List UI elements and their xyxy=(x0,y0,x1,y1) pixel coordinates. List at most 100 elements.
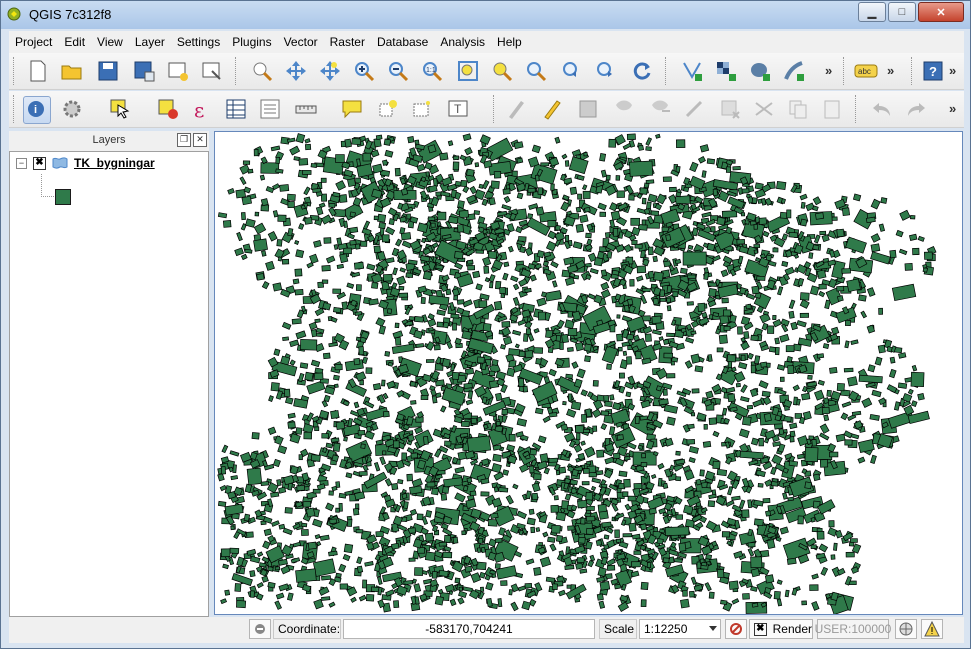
building-feature[interactable] xyxy=(314,318,321,324)
building-feature[interactable] xyxy=(567,525,575,531)
building-feature[interactable] xyxy=(612,228,619,237)
building-feature[interactable] xyxy=(343,543,354,554)
building-feature[interactable] xyxy=(383,138,392,146)
building-feature[interactable] xyxy=(728,580,739,590)
building-feature[interactable] xyxy=(358,346,365,356)
building-feature[interactable] xyxy=(738,361,748,370)
building-feature[interactable] xyxy=(399,267,406,273)
building-feature[interactable] xyxy=(342,202,364,221)
building-feature[interactable] xyxy=(725,499,735,508)
building-feature[interactable] xyxy=(616,333,624,342)
building-feature[interactable] xyxy=(764,574,775,584)
building-feature[interactable] xyxy=(301,522,308,528)
menu-database[interactable]: Database xyxy=(371,35,434,49)
building-feature[interactable] xyxy=(406,213,411,220)
building-feature[interactable] xyxy=(396,275,407,286)
building-feature[interactable] xyxy=(303,431,313,440)
building-feature[interactable] xyxy=(259,562,267,568)
building-feature[interactable] xyxy=(582,468,590,474)
building-feature[interactable] xyxy=(600,281,610,291)
building-feature[interactable] xyxy=(747,352,754,360)
building-feature[interactable] xyxy=(537,435,547,444)
building-feature[interactable] xyxy=(542,531,549,538)
run-feature-action-icon[interactable] xyxy=(59,96,85,122)
building-feature[interactable] xyxy=(542,415,551,423)
building-feature[interactable] xyxy=(821,406,830,415)
building-feature[interactable] xyxy=(774,347,780,356)
building-feature[interactable] xyxy=(604,400,613,408)
building-feature[interactable] xyxy=(837,295,844,302)
building-feature[interactable] xyxy=(797,515,804,525)
building-feature[interactable] xyxy=(683,186,690,193)
building-feature[interactable] xyxy=(762,498,771,504)
attribute-table-icon[interactable] xyxy=(223,96,249,122)
building-feature[interactable] xyxy=(635,415,640,425)
building-feature[interactable] xyxy=(753,518,764,527)
building-feature[interactable] xyxy=(365,367,373,374)
building-feature[interactable] xyxy=(266,482,279,494)
building-feature[interactable] xyxy=(791,587,798,596)
building-feature[interactable] xyxy=(645,146,652,152)
building-feature[interactable] xyxy=(630,217,640,226)
building-feature[interactable] xyxy=(407,136,415,144)
building-feature[interactable] xyxy=(772,318,782,328)
building-feature[interactable] xyxy=(617,346,623,352)
text-annotation-icon[interactable]: T xyxy=(445,96,471,122)
building-feature[interactable] xyxy=(720,269,729,278)
building-feature[interactable] xyxy=(686,439,696,445)
building-feature[interactable] xyxy=(623,244,633,253)
building-feature[interactable] xyxy=(708,417,717,425)
building-feature[interactable] xyxy=(342,553,351,562)
building-feature[interactable] xyxy=(480,478,490,485)
building-feature[interactable] xyxy=(319,534,330,541)
building-feature[interactable] xyxy=(819,459,829,468)
building-feature[interactable] xyxy=(391,343,415,355)
building-feature[interactable] xyxy=(230,475,239,481)
building-feature[interactable] xyxy=(275,168,284,174)
building-feature[interactable] xyxy=(575,223,585,233)
building-feature[interactable] xyxy=(414,426,423,435)
building-feature[interactable] xyxy=(263,528,272,536)
building-feature[interactable] xyxy=(580,440,586,446)
building-feature[interactable] xyxy=(757,483,764,488)
building-feature[interactable] xyxy=(652,255,658,263)
building-feature[interactable] xyxy=(581,481,590,486)
building-feature[interactable] xyxy=(344,138,352,148)
building-feature[interactable] xyxy=(395,238,403,247)
building-feature[interactable] xyxy=(284,507,293,514)
building-feature[interactable] xyxy=(826,389,832,397)
building-feature[interactable] xyxy=(452,536,459,544)
building-feature[interactable] xyxy=(560,423,569,431)
building-feature[interactable] xyxy=(753,355,761,365)
minimize-button[interactable]: ▁ xyxy=(858,2,886,22)
building-feature[interactable] xyxy=(493,300,503,311)
new-project-icon[interactable] xyxy=(25,58,51,84)
building-feature[interactable] xyxy=(283,388,291,398)
building-feature[interactable] xyxy=(829,451,839,458)
toolbar-overflow-icon[interactable]: » xyxy=(887,63,894,78)
building-feature[interactable] xyxy=(294,239,300,245)
building-feature[interactable] xyxy=(689,590,695,598)
building-feature[interactable] xyxy=(614,457,625,467)
pan-map-icon[interactable] xyxy=(249,58,275,84)
building-feature[interactable] xyxy=(675,191,682,198)
building-feature[interactable] xyxy=(309,253,319,264)
building-feature[interactable] xyxy=(272,458,281,468)
building-feature[interactable] xyxy=(373,215,379,221)
building-feature[interactable] xyxy=(801,392,811,401)
building-feature[interactable] xyxy=(741,416,752,426)
building-feature[interactable] xyxy=(812,205,819,212)
building-feature[interactable] xyxy=(349,226,359,234)
building-feature[interactable] xyxy=(372,163,383,174)
open-project-icon[interactable] xyxy=(59,58,85,84)
layer-row-tk-bygningar[interactable]: − ✖ TK_bygningar xyxy=(16,156,155,170)
building-feature[interactable] xyxy=(234,247,244,257)
building-feature[interactable] xyxy=(889,249,897,259)
building-feature[interactable] xyxy=(422,270,433,281)
building-feature[interactable] xyxy=(357,429,366,436)
building-feature[interactable] xyxy=(222,220,232,228)
building-feature[interactable] xyxy=(658,528,666,534)
building-feature[interactable] xyxy=(474,162,480,168)
building-feature[interactable] xyxy=(339,583,349,590)
map-tips-icon[interactable] xyxy=(339,96,365,122)
